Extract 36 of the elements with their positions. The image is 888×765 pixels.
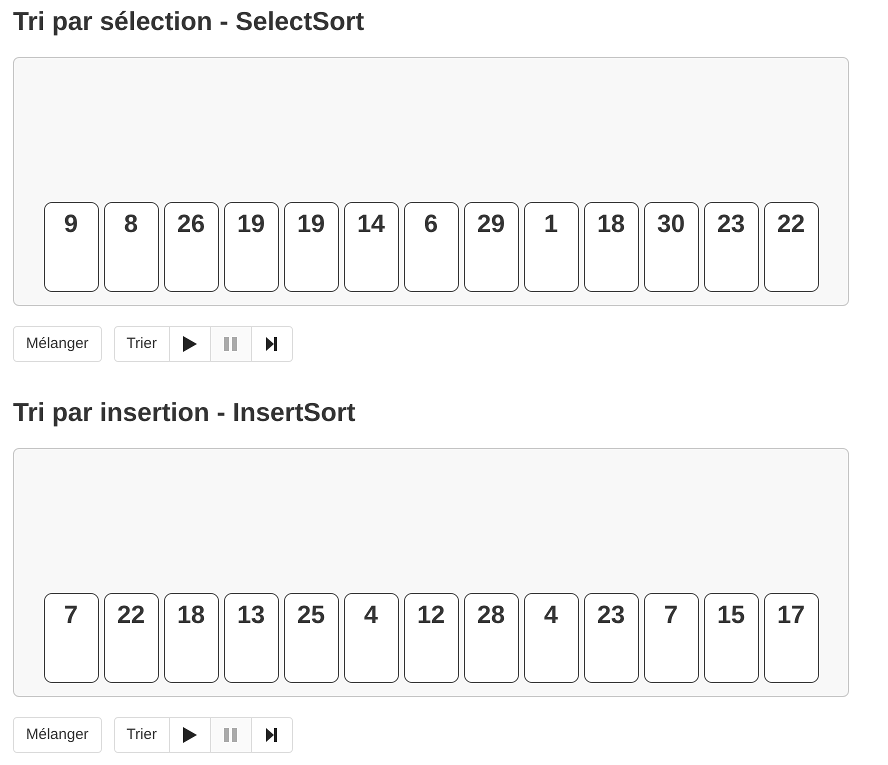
number-card: 7	[644, 593, 698, 683]
number-card: 1	[524, 202, 578, 292]
number-card: 7	[44, 593, 98, 683]
number-card: 18	[164, 593, 218, 683]
number-card: 6	[404, 202, 458, 292]
step-forward-icon	[266, 337, 278, 351]
number-card: 23	[584, 593, 638, 683]
number-card: 14	[344, 202, 398, 292]
play-icon	[182, 336, 197, 352]
number-card: 4	[524, 593, 578, 683]
number-card: 22	[764, 202, 818, 292]
play-icon	[182, 727, 197, 743]
number-card: 4	[344, 593, 398, 683]
step-forward-icon	[266, 728, 278, 742]
section-title: Tri par insertion - InsertSort	[13, 396, 356, 429]
number-card: 13	[224, 593, 278, 683]
number-card: 17	[764, 593, 818, 683]
number-card: 19	[224, 202, 278, 292]
number-card: 26	[164, 202, 218, 292]
pause-icon	[224, 337, 238, 351]
number-card: 22	[104, 593, 158, 683]
number-card: 18	[584, 202, 638, 292]
number-card: 29	[464, 202, 518, 292]
number-card: 28	[464, 593, 518, 683]
number-card: 23	[704, 202, 758, 292]
number-card: 8	[104, 202, 158, 292]
number-card: 15	[704, 593, 758, 683]
number-card: 19	[284, 202, 338, 292]
number-card: 12	[404, 593, 458, 683]
shuffle-button[interactable]: Mélanger	[13, 717, 102, 753]
pause-icon	[224, 728, 238, 742]
number-card: 25	[284, 593, 338, 683]
number-card: 9	[44, 202, 98, 292]
shuffle-button[interactable]: Mélanger	[13, 326, 102, 362]
number-card: 30	[644, 202, 698, 292]
section-title: Tri par sélection - SelectSort	[13, 5, 366, 38]
